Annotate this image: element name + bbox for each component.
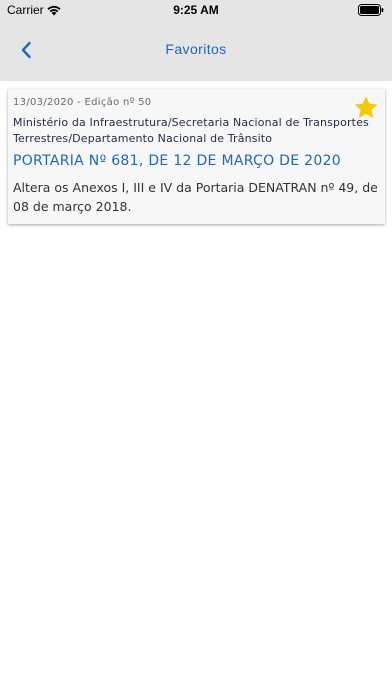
publication-meta: 13/03/2020 - Edição nº 50 — [13, 97, 151, 108]
act-title[interactable]: PORTARIA Nº 681, DE 12 DE MARÇO DE 2020 — [13, 153, 381, 169]
status-bar: Carrier 9:25 AM — [0, 0, 392, 20]
publication-date: 13/03/2020 — [13, 97, 74, 108]
issuing-organ: Ministério da Infraestrutura/Secretaria … — [13, 116, 369, 145]
act-summary: Altera os Anexos I, III e IV da Portaria… — [13, 180, 378, 214]
page-title: Favoritos — [165, 41, 227, 57]
battery-icon — [358, 4, 384, 16]
navigation-bar: Favoritos — [0, 20, 392, 81]
status-time: 9:25 AM — [173, 3, 219, 17]
favorite-card[interactable]: 13/03/2020 - Edição nº 50 Ministério da … — [8, 89, 385, 224]
edition-label: Edição nº 50 — [84, 97, 152, 108]
meta-separator: - — [73, 97, 85, 108]
